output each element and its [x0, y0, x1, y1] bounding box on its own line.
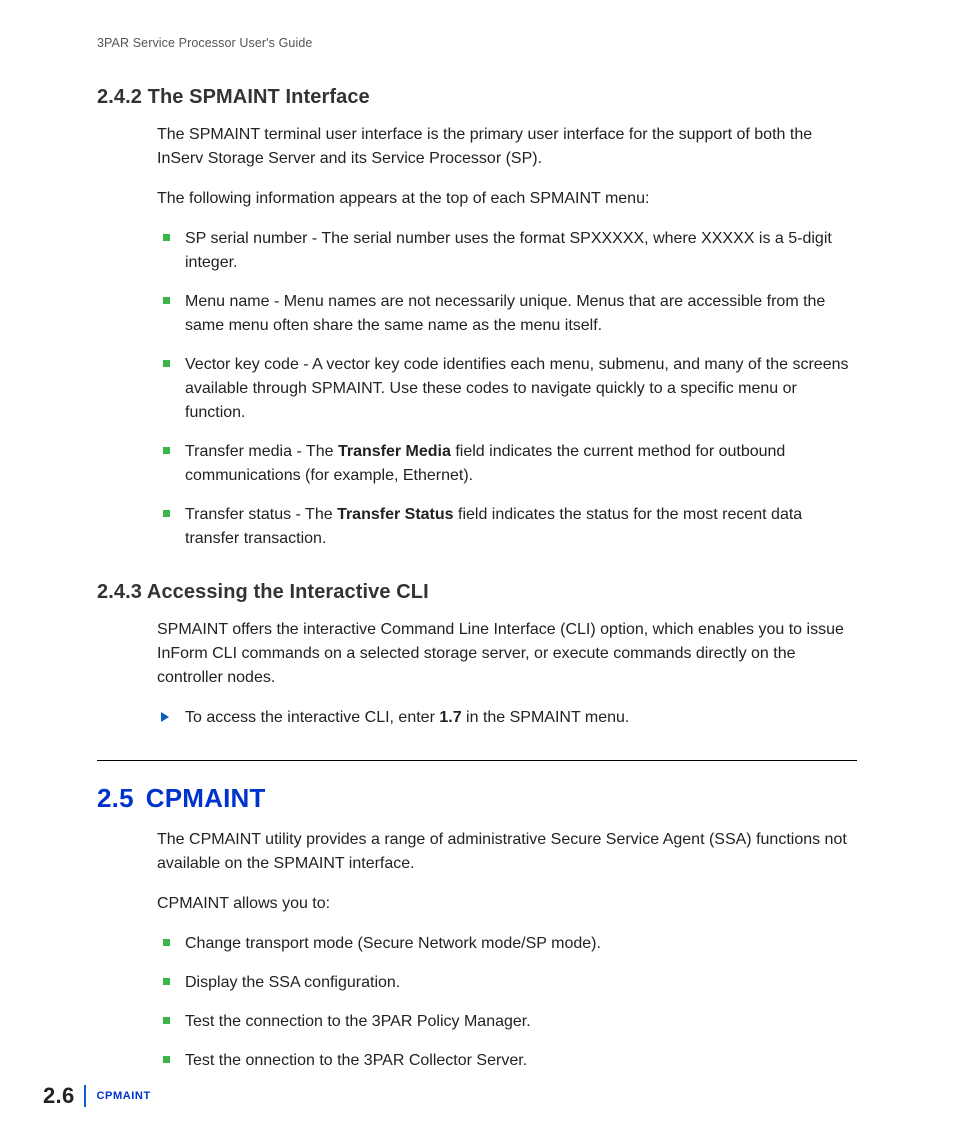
section-2-5-body: The CPMAINT utility provides a range of …: [157, 828, 857, 1073]
section-divider: [97, 760, 857, 761]
bold-text: 1.7: [439, 709, 461, 726]
list-item: Menu name - Menu names are not necessari…: [181, 290, 857, 338]
list-item: To access the interactive CLI, enter 1.7…: [181, 706, 857, 730]
page: 3PAR Service Processor User's Guide 2.4.…: [0, 0, 954, 1145]
running-head: 3PAR Service Processor User's Guide: [97, 36, 312, 50]
bold-text: Transfer Status: [337, 506, 453, 523]
arrow-icon: [161, 712, 169, 722]
text-run: Transfer media - The: [185, 443, 338, 460]
footer-section-label: CPMAINT: [96, 1090, 150, 1102]
list-item: Test the connection to the 3PAR Policy M…: [181, 1010, 857, 1034]
list-item: Test the onnection to the 3PAR Collector…: [181, 1049, 857, 1073]
text-run: in the SPMAINT menu.: [462, 709, 630, 726]
list-item: Transfer media - The Transfer Media fiel…: [181, 440, 857, 488]
paragraph: SPMAINT offers the interactive Command L…: [157, 618, 857, 690]
list-item: Transfer status - The Transfer Status fi…: [181, 503, 857, 551]
section-2-4-2-body: The SPMAINT terminal user interface is t…: [157, 123, 857, 551]
paragraph: The SPMAINT terminal user interface is t…: [157, 123, 857, 171]
page-number: 2.6: [43, 1083, 74, 1109]
heading-2-4-2: 2.4.2 The SPMAINT Interface: [97, 86, 857, 109]
list-item: Change transport mode (Secure Network mo…: [181, 932, 857, 956]
bullet-list: SP serial number - The serial number use…: [157, 227, 857, 551]
heading-2-4-3: 2.4.3 Accessing the Interactive CLI: [97, 581, 857, 604]
list-item: Display the SSA configuration.: [181, 971, 857, 995]
heading-title: CPMAINT: [146, 783, 266, 813]
paragraph: The following information appears at the…: [157, 187, 857, 211]
heading-2-5: 2.5 CPMAINT: [97, 783, 857, 814]
heading-number: 2.5: [97, 783, 134, 813]
bullet-list: Change transport mode (Secure Network mo…: [157, 932, 857, 1073]
step-list: To access the interactive CLI, enter 1.7…: [157, 706, 857, 730]
list-item: Vector key code - A vector key code iden…: [181, 353, 857, 425]
paragraph: CPMAINT allows you to:: [157, 892, 857, 916]
list-item: SP serial number - The serial number use…: [181, 227, 857, 275]
paragraph: The CPMAINT utility provides a range of …: [157, 828, 857, 876]
page-footer: 2.6 CPMAINT: [43, 1083, 151, 1109]
bold-text: Transfer Media: [338, 443, 451, 460]
main-content: 2.4.2 The SPMAINT Interface The SPMAINT …: [97, 86, 857, 1088]
text-run: Transfer status - The: [185, 506, 337, 523]
section-2-4-3-body: SPMAINT offers the interactive Command L…: [157, 618, 857, 730]
footer-divider: [84, 1085, 86, 1107]
text-run: To access the interactive CLI, enter: [185, 709, 439, 726]
